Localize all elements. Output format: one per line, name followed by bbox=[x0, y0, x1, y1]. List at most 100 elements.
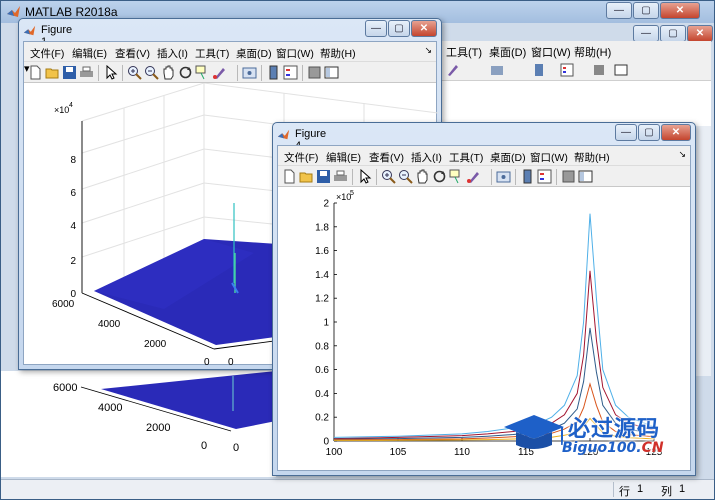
open-file-icon[interactable] bbox=[45, 65, 60, 80]
maximize-icon[interactable]: ▢ bbox=[633, 2, 659, 19]
edit-plot-arrow-icon[interactable] bbox=[103, 65, 118, 80]
close-icon[interactable]: ✕ bbox=[660, 2, 700, 19]
menu-file[interactable]: 文件(F) bbox=[30, 46, 64, 61]
new-figure-icon[interactable] bbox=[282, 169, 297, 184]
pan-hand-icon[interactable] bbox=[161, 65, 176, 80]
minimize-icon[interactable]: — bbox=[615, 124, 637, 141]
tick-label: 2000 bbox=[146, 422, 170, 434]
z-tick-labels: 0 2 4 6 8 bbox=[70, 155, 76, 300]
menubar-arrow-icon[interactable]: ↘ bbox=[678, 149, 686, 160]
show-plot-tools-icon[interactable] bbox=[324, 65, 339, 80]
y-tick-label: 1.2 bbox=[315, 294, 329, 305]
data-cursor-icon[interactable] bbox=[195, 65, 210, 80]
menu-edit[interactable]: 编辑(E) bbox=[326, 150, 361, 165]
menu-insert[interactable]: 插入(I) bbox=[411, 150, 442, 165]
figure1-window-controls: — ▢ ✕ bbox=[365, 20, 437, 37]
hide-plot-tools-icon[interactable] bbox=[561, 169, 576, 184]
menu-tools[interactable]: 工具(T) bbox=[449, 150, 483, 165]
open-file-icon[interactable] bbox=[299, 169, 314, 184]
colorbar-icon[interactable] bbox=[520, 169, 535, 184]
watermark-url-tld: CN bbox=[641, 440, 664, 456]
figure4-toolbar bbox=[278, 165, 690, 187]
edit-plot-arrow-icon[interactable] bbox=[357, 169, 372, 184]
y-tick-label: 0.2 bbox=[315, 413, 329, 424]
menu-view[interactable]: 查看(V) bbox=[115, 46, 150, 61]
toolbar-separator bbox=[515, 169, 516, 185]
menu-edit[interactable]: 编辑(E) bbox=[72, 46, 107, 61]
rotate-3d-icon[interactable] bbox=[178, 65, 193, 80]
menu-tools[interactable]: 工具(T) bbox=[195, 46, 229, 61]
x-tick-label: 100 bbox=[326, 447, 343, 458]
print-icon[interactable] bbox=[79, 65, 94, 80]
mortarboard-icon bbox=[504, 415, 564, 439]
menu-insert[interactable]: 插入(I) bbox=[157, 46, 188, 61]
brush-icon[interactable] bbox=[212, 65, 227, 80]
hide-plot-tools-icon[interactable] bbox=[591, 62, 607, 78]
pan-hand-icon[interactable] bbox=[415, 169, 430, 184]
matlab-logo-icon bbox=[7, 6, 20, 17]
x-tick-label: 105 bbox=[390, 447, 407, 458]
z-tick: 4 bbox=[70, 221, 76, 232]
print-icon[interactable] bbox=[333, 169, 348, 184]
y-tick-label: 1.6 bbox=[315, 246, 329, 257]
y-tick-label: 1.4 bbox=[315, 270, 329, 281]
menu-desktop[interactable]: 桌面(D) bbox=[489, 44, 526, 60]
maximize-icon[interactable]: ▢ bbox=[638, 124, 660, 141]
data-cursor-icon[interactable] bbox=[449, 169, 464, 184]
hide-plot-tools-icon[interactable] bbox=[307, 65, 322, 80]
bg-panel bbox=[696, 126, 711, 376]
toolbar-separator bbox=[302, 65, 303, 81]
menu-desktop[interactable]: 桌面(D) bbox=[236, 46, 272, 61]
tick-label: 0 bbox=[233, 442, 239, 454]
menu-view[interactable]: 查看(V) bbox=[369, 150, 404, 165]
minimize-icon[interactable]: — bbox=[606, 2, 632, 19]
figure4-menubar: 文件(F) 编辑(E) 查看(V) 插入(I) 工具(T) 桌面(D) 窗口(W… bbox=[278, 146, 690, 165]
brush-icon[interactable] bbox=[445, 62, 461, 78]
menu-tools[interactable]: 工具(T) bbox=[446, 44, 482, 60]
z-exponent-value: 4 bbox=[69, 102, 73, 109]
watermark-url-main: Biguo100. bbox=[562, 440, 642, 456]
zoom-out-icon[interactable] bbox=[144, 65, 159, 80]
menu-file[interactable]: 文件(F) bbox=[284, 150, 318, 165]
y-tick-label: 0.8 bbox=[315, 341, 329, 352]
show-plot-tools-icon[interactable] bbox=[578, 169, 593, 184]
maximize-icon[interactable]: ▢ bbox=[660, 25, 686, 42]
link-plot-icon[interactable] bbox=[242, 65, 257, 80]
toolbar-separator bbox=[491, 169, 492, 185]
menu-help[interactable]: 帮助(H) bbox=[574, 150, 610, 165]
zoom-in-icon[interactable] bbox=[127, 65, 142, 80]
menu-window[interactable]: 窗口(W) bbox=[276, 46, 314, 61]
legend-icon[interactable] bbox=[283, 65, 298, 80]
close-icon[interactable]: ✕ bbox=[687, 25, 713, 42]
zoom-in-icon[interactable] bbox=[381, 169, 396, 184]
rotate-3d-icon[interactable] bbox=[432, 169, 447, 184]
close-icon[interactable]: ✕ bbox=[411, 20, 437, 37]
close-icon[interactable]: ✕ bbox=[661, 124, 691, 141]
toolbar-separator bbox=[376, 169, 377, 185]
link-plot-icon[interactable] bbox=[496, 169, 511, 184]
y-tick: 6000 bbox=[52, 299, 75, 310]
menubar-arrow-icon[interactable]: ↘ bbox=[424, 45, 432, 56]
menu-help[interactable]: 帮助(H) bbox=[574, 44, 611, 60]
colorbar-icon[interactable] bbox=[531, 62, 547, 78]
show-plot-tools-icon[interactable] bbox=[613, 62, 629, 78]
minimize-icon[interactable]: — bbox=[365, 20, 387, 37]
menu-desktop[interactable]: 桌面(D) bbox=[490, 150, 526, 165]
toolbar-separator bbox=[261, 65, 262, 81]
maximize-icon[interactable]: ▢ bbox=[388, 20, 410, 37]
legend-icon[interactable] bbox=[559, 62, 575, 78]
save-icon[interactable] bbox=[62, 65, 77, 80]
menu-window[interactable]: 窗口(W) bbox=[531, 44, 571, 60]
brush-icon[interactable] bbox=[466, 169, 481, 184]
link-icon[interactable] bbox=[489, 62, 505, 78]
save-icon[interactable] bbox=[316, 169, 331, 184]
colorbar-icon[interactable] bbox=[266, 65, 281, 80]
minimize-icon[interactable]: — bbox=[633, 25, 659, 42]
zoom-out-icon[interactable] bbox=[398, 169, 413, 184]
menu-window[interactable]: 窗口(W) bbox=[530, 150, 568, 165]
legend-icon[interactable] bbox=[537, 169, 552, 184]
new-figure-icon[interactable] bbox=[28, 65, 43, 80]
menu-help[interactable]: 帮助(H) bbox=[320, 46, 356, 61]
tick-label: 4000 bbox=[98, 402, 122, 414]
watermark-text: 必过源码 bbox=[568, 417, 661, 442]
